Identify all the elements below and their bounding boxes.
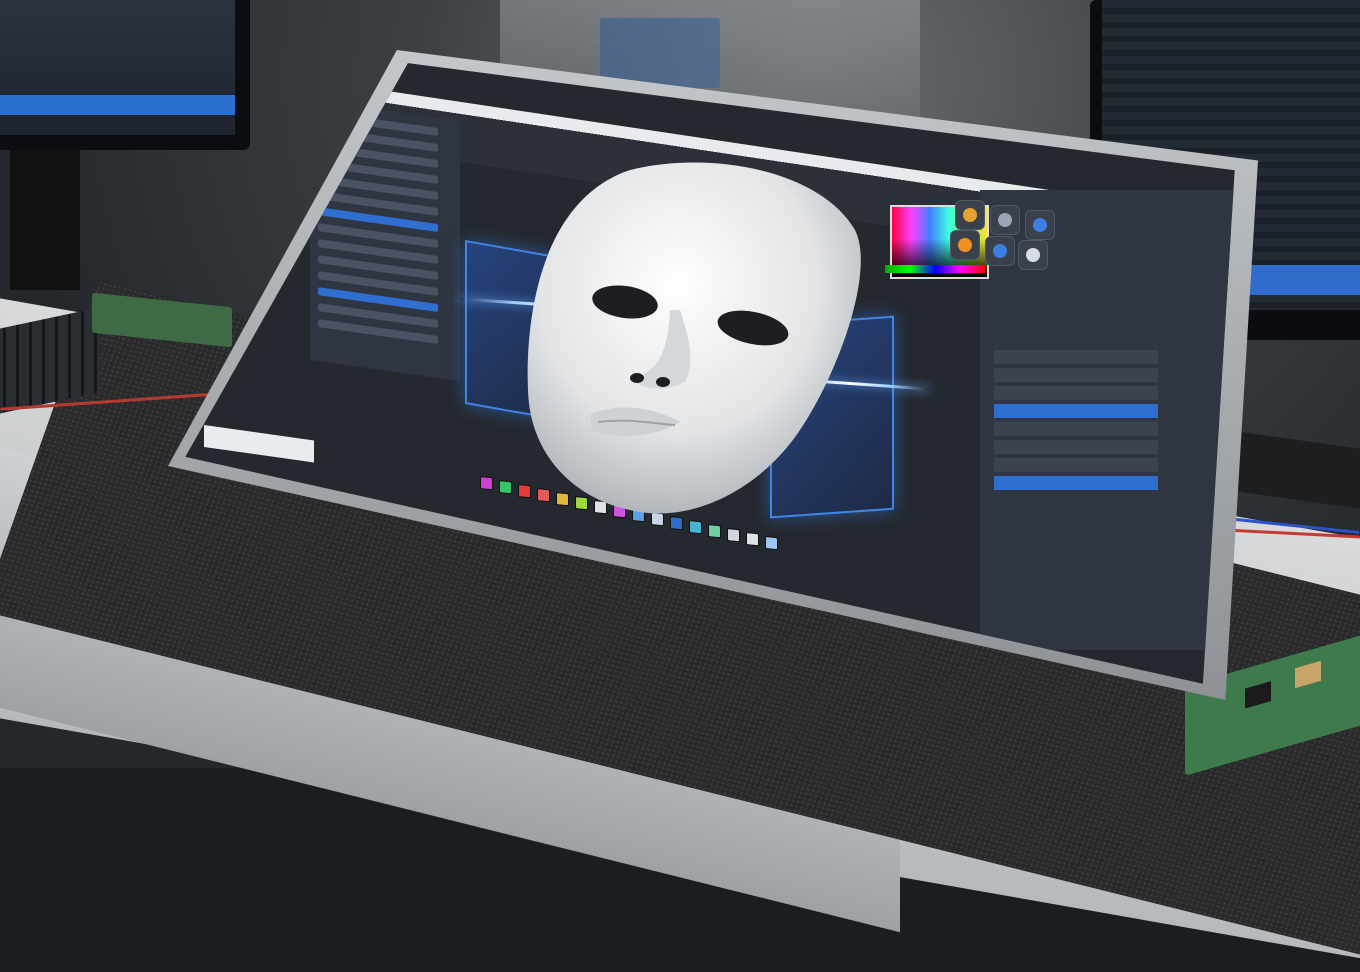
property-row[interactable] [994, 404, 1158, 418]
left-monitor-stand [10, 150, 80, 290]
color-swatch[interactable] [765, 535, 778, 551]
icon-glyph [963, 208, 977, 222]
gear-icon[interactable] [1018, 240, 1048, 270]
storage-bin [600, 18, 720, 88]
color-swatch[interactable] [727, 527, 740, 543]
icon-glyph [1026, 248, 1040, 262]
chip [1245, 681, 1271, 709]
material-orange-icon[interactable] [950, 230, 980, 260]
property-row[interactable] [994, 386, 1158, 400]
mask-nostril-left [630, 373, 644, 383]
color-swatch[interactable] [689, 519, 702, 535]
left-monitor-highlight [0, 95, 235, 115]
left-monitor [0, 0, 250, 290]
icon-glyph [998, 213, 1012, 227]
material-blue-icon[interactable] [985, 236, 1015, 266]
property-row[interactable] [994, 458, 1158, 472]
property-row[interactable] [994, 368, 1158, 382]
mask-nostril-right [656, 377, 670, 387]
property-row[interactable] [994, 440, 1158, 454]
face-mask-model[interactable] [520, 160, 880, 520]
color-swatch[interactable] [499, 480, 512, 495]
move-icon[interactable] [990, 205, 1020, 235]
icon-glyph [958, 238, 972, 252]
color-swatch[interactable] [746, 531, 759, 547]
mask-face-shape [527, 162, 861, 514]
icon-glyph [1033, 218, 1047, 232]
color-swatch[interactable] [480, 476, 493, 491]
connector [1295, 660, 1321, 689]
hue-slider[interactable] [885, 265, 985, 273]
paint-brush-icon[interactable] [955, 200, 985, 230]
property-row[interactable] [994, 476, 1158, 490]
color-swatch[interactable] [708, 523, 721, 539]
icon-glyph [993, 244, 1007, 258]
left-monitor-screen [0, 0, 235, 135]
property-row[interactable] [994, 422, 1158, 436]
sculpt-icon[interactable] [1025, 210, 1055, 240]
property-row[interactable] [994, 350, 1158, 364]
